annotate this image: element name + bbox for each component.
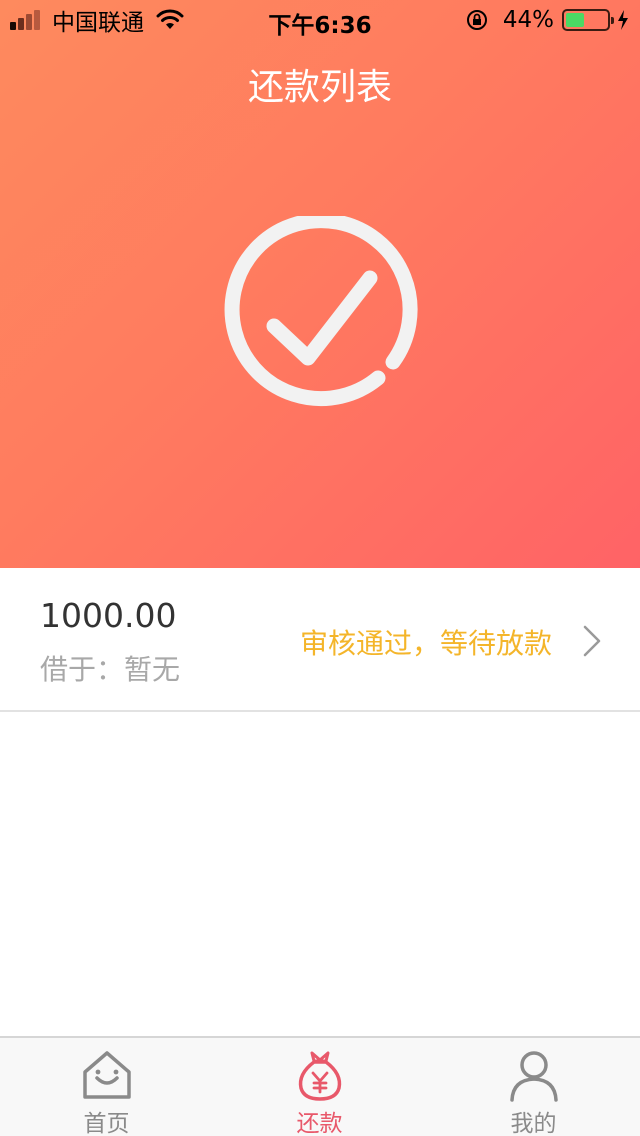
- loan-status: 审核通过，等待放款: [299, 627, 552, 660]
- money-bag-icon: [298, 1051, 341, 1101]
- check-circle-icon: [224, 216, 418, 407]
- home-icon: [82, 1051, 131, 1099]
- battery-icon: [562, 9, 614, 31]
- tab-home[interactable]: 首页: [0, 1038, 213, 1136]
- loan-lender: 借于：暂无: [40, 648, 180, 688]
- lender-label: 借于：: [40, 653, 125, 686]
- chevron-right-icon: [583, 625, 601, 657]
- charging-icon: [618, 10, 628, 30]
- orientation-lock-icon: [466, 10, 487, 30]
- status-right: 44%: [465, 6, 630, 34]
- battery-percent: 44%: [502, 7, 554, 33]
- loan-list-item[interactable]: 1000.00 借于：暂无 审核通过，等待放款: [0, 568, 640, 712]
- user-icon: [509, 1051, 558, 1102]
- tab-home-label: 首页: [83, 1111, 130, 1136]
- tab-repayment-label: 还款: [296, 1111, 343, 1136]
- tab-bar: 首页 还款 我的: [0, 1036, 640, 1136]
- tab-mine-label: 我的: [510, 1111, 557, 1136]
- hero-banner: 中国联通 下午6:36 44% 还款列表: [0, 0, 640, 568]
- tab-repayment[interactable]: 还款: [213, 1038, 426, 1136]
- loan-amount: 1000.00: [40, 596, 177, 635]
- battery-fill: [566, 13, 584, 27]
- status-bar: 中国联通 下午6:36 44%: [0, 0, 640, 40]
- tab-mine[interactable]: 我的: [427, 1038, 640, 1136]
- lender-value: 暂无: [124, 653, 181, 686]
- page-title: 还款列表: [247, 67, 392, 108]
